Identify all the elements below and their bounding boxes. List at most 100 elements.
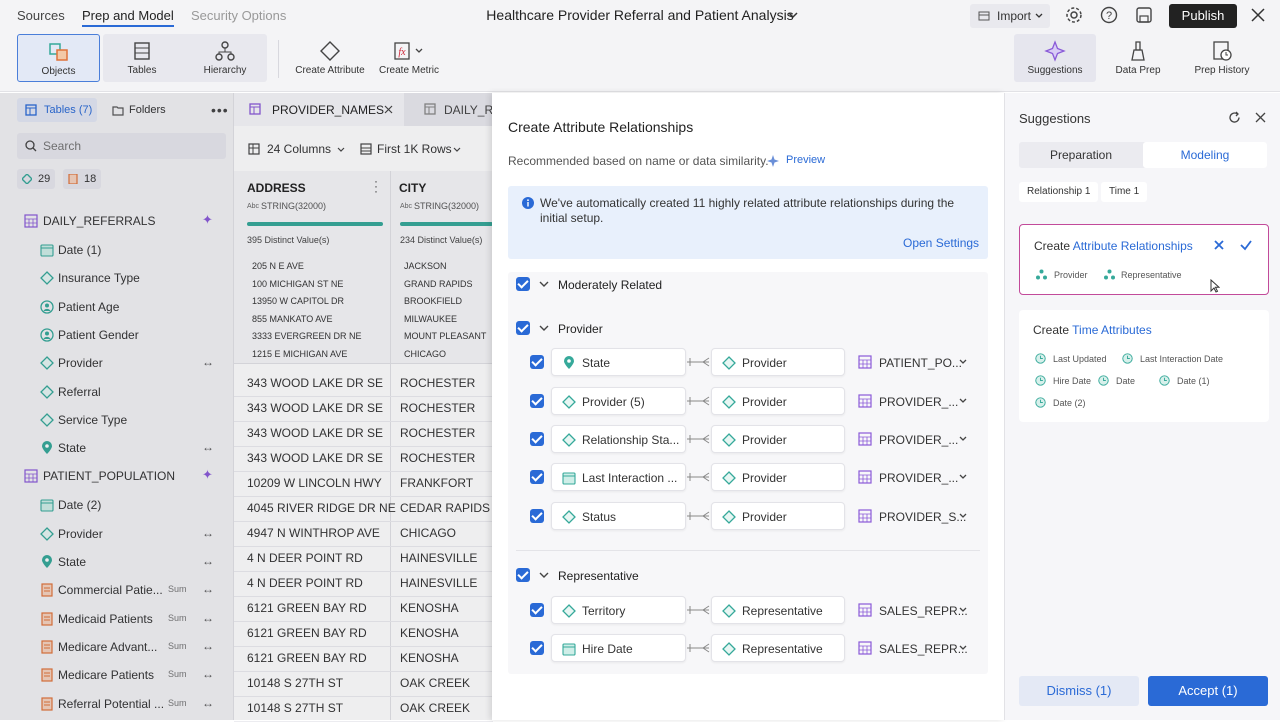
section-divider xyxy=(516,550,980,551)
row-checkbox[interactable] xyxy=(530,509,544,523)
suggestion-card-relationships[interactable]: Create Attribute Relationships Provider … xyxy=(1019,224,1269,295)
suggestions-panel: Suggestions Preparation Modeling Relatio… xyxy=(1004,93,1280,720)
source-attribute-chip[interactable]: Hire Date xyxy=(551,634,686,662)
time-attribute-icon xyxy=(1035,353,1046,364)
source-attribute-chip[interactable]: Last Interaction ... xyxy=(551,463,686,491)
row-checkbox[interactable] xyxy=(530,432,544,446)
suggestion-card-time[interactable]: Create Time Attributes Last Updated Last … xyxy=(1019,310,1269,422)
gear-icon[interactable] xyxy=(1065,6,1083,24)
relationship-connector-icon xyxy=(685,603,711,617)
card-tag: Last Updated xyxy=(1053,354,1107,364)
diamond-icon xyxy=(722,510,736,524)
table-select[interactable]: PROVIDER_... xyxy=(858,432,978,448)
card-tag: Date (2) xyxy=(1053,398,1086,408)
diamond-icon xyxy=(722,395,736,409)
relationship-connector-icon xyxy=(685,432,711,446)
diamond-icon xyxy=(722,604,736,618)
section-title: Moderately Related xyxy=(558,278,663,292)
data-prep-button[interactable]: Data Prep xyxy=(1100,34,1176,82)
import-button[interactable]: Import xyxy=(970,4,1050,28)
objects-button[interactable]: Objects xyxy=(17,34,100,82)
source-attribute-chip[interactable]: State xyxy=(551,348,686,376)
diamond-icon xyxy=(722,356,736,370)
table-select[interactable]: PROVIDER_... xyxy=(858,394,978,410)
table-select[interactable]: PROVIDER_... xyxy=(858,470,978,486)
row-checkbox[interactable] xyxy=(530,355,544,369)
target-attribute-chip[interactable]: Provider xyxy=(711,463,845,491)
time-tags: Last Updated Last Interaction Date Hire Da… xyxy=(1019,310,1269,422)
table-select[interactable]: PROVIDER_S... xyxy=(858,509,978,525)
row-checkbox[interactable] xyxy=(530,470,544,484)
relationship-connector-icon xyxy=(685,470,711,484)
source-attribute-chip[interactable]: Status xyxy=(551,502,686,530)
row-checkbox[interactable] xyxy=(530,641,544,655)
create-metric-button[interactable]: fx Create Metric xyxy=(374,34,444,82)
time-attribute-icon xyxy=(1035,397,1046,408)
publish-button[interactable]: Publish xyxy=(1169,4,1237,28)
chip-label: Provider (5) xyxy=(582,395,645,409)
hierarchy-button[interactable]: Hierarchy xyxy=(185,34,265,82)
section-checkbox[interactable] xyxy=(516,568,530,582)
table-icon xyxy=(858,641,872,655)
chevron-down-icon[interactable] xyxy=(538,278,550,290)
attribute-icon xyxy=(562,471,576,485)
section-checkbox[interactable] xyxy=(516,321,530,335)
hierarchy-icon xyxy=(1036,269,1047,280)
close-icon[interactable] xyxy=(1255,112,1266,123)
table-icon xyxy=(858,509,872,523)
table-icon xyxy=(858,432,872,446)
create-attribute-button[interactable]: Create Attribute xyxy=(290,34,370,82)
source-attribute-chip[interactable]: Relationship Sta... xyxy=(551,425,686,453)
chevron-down-icon xyxy=(958,434,968,444)
target-attribute-chip[interactable]: Provider xyxy=(711,387,845,415)
table-select[interactable]: SALES_REPR... xyxy=(858,603,978,619)
table-select[interactable]: SALES_REPR... xyxy=(858,641,978,657)
target-attribute-chip[interactable]: Representative xyxy=(711,634,845,662)
time-attribute-icon xyxy=(1159,375,1170,386)
tab-security-options[interactable]: Security Options xyxy=(191,8,286,23)
chevron-down-icon[interactable] xyxy=(538,322,550,334)
row-checkbox[interactable] xyxy=(530,394,544,408)
svg-text:fx: fx xyxy=(398,47,406,58)
target-attribute-chip[interactable]: Representative xyxy=(711,596,845,624)
save-icon[interactable] xyxy=(1135,6,1153,24)
filter-relationship[interactable]: Relationship 1 xyxy=(1019,182,1099,202)
segment-control: Preparation Modeling xyxy=(1019,142,1267,168)
close-icon[interactable] xyxy=(1250,7,1266,23)
history-icon xyxy=(1213,41,1232,61)
chevron-down-icon xyxy=(958,605,968,615)
dismiss-button[interactable]: Dismiss (1) xyxy=(1019,676,1139,706)
chip-label: Provider xyxy=(742,433,787,447)
source-attribute-chip[interactable]: Territory xyxy=(551,596,686,624)
row-checkbox[interactable] xyxy=(530,603,544,617)
prep-history-button[interactable]: Prep History xyxy=(1183,34,1261,82)
tab-modeling[interactable]: Modeling xyxy=(1143,142,1267,168)
section-checkbox[interactable] xyxy=(516,277,530,291)
refresh-icon[interactable] xyxy=(1228,111,1241,124)
check-icon[interactable] xyxy=(1240,239,1252,251)
diamond-icon xyxy=(722,433,736,447)
tab-prep-and-model[interactable]: Prep and Model xyxy=(82,8,174,27)
title-dropdown-icon[interactable] xyxy=(786,8,800,22)
target-attribute-chip[interactable]: Provider xyxy=(711,502,845,530)
chip-label: Provider xyxy=(742,510,787,524)
source-attribute-chip[interactable]: Provider (5) xyxy=(551,387,686,415)
chevron-down-icon[interactable] xyxy=(538,569,550,581)
target-attribute-chip[interactable]: Provider xyxy=(711,348,845,376)
chip-label: Last Interaction ... xyxy=(582,471,678,485)
filter-time[interactable]: Time 1 xyxy=(1101,182,1148,202)
card-tag: Date (1) xyxy=(1177,376,1210,386)
help-icon[interactable]: ? xyxy=(1100,6,1118,24)
dismiss-icon[interactable] xyxy=(1214,240,1224,250)
tab-sources[interactable]: Sources xyxy=(17,8,65,23)
chevron-down-icon xyxy=(958,511,968,521)
import-icon xyxy=(978,11,990,21)
target-attribute-chip[interactable]: Provider xyxy=(711,425,845,453)
modal-backdrop xyxy=(0,93,492,720)
suggestions-button[interactable]: Suggestions xyxy=(1014,34,1096,82)
accept-button[interactable]: Accept (1) xyxy=(1148,676,1268,706)
tables-button[interactable]: Tables xyxy=(103,34,181,82)
table-name: SALES_REPR... xyxy=(879,642,968,656)
table-select[interactable]: PATIENT_PO... xyxy=(858,355,978,371)
tab-preparation[interactable]: Preparation xyxy=(1019,142,1143,168)
